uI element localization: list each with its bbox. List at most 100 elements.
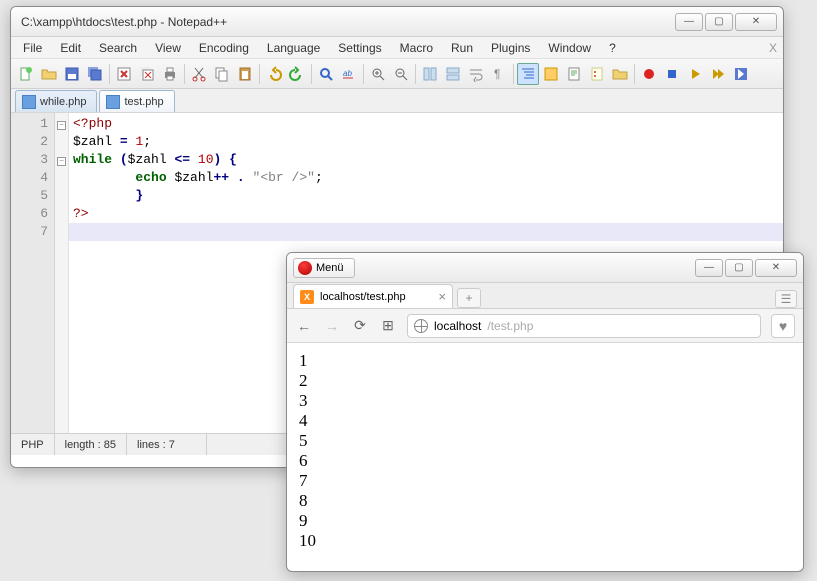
close-all-button[interactable]	[136, 63, 158, 85]
close-button[interactable]: ✕	[735, 13, 777, 31]
output-line: 2	[299, 371, 791, 391]
minimize-button[interactable]: —	[695, 259, 723, 277]
play-multi-button[interactable]	[707, 63, 729, 85]
window-controls: — ▢ ✕	[695, 259, 797, 277]
menu-window[interactable]: Window	[540, 39, 599, 57]
panel-toggle-button[interactable]: ☰	[775, 290, 797, 308]
speed-dial-button[interactable]: ⊞	[379, 317, 397, 335]
menu-macro[interactable]: Macro	[392, 39, 441, 57]
output-line: 6	[299, 451, 791, 471]
print-button[interactable]	[159, 63, 181, 85]
menu-file[interactable]: File	[15, 39, 50, 57]
close-file-button[interactable]	[113, 63, 135, 85]
address-bar[interactable]: localhost/test.php	[407, 314, 761, 338]
toolbar-separator	[259, 64, 260, 84]
browser-tabbar: X localhost/test.php × + ☰	[287, 283, 803, 309]
menu-plugins[interactable]: Plugins	[483, 39, 538, 57]
reload-button[interactable]: ⟳	[351, 317, 369, 335]
output-line: 10	[299, 531, 791, 551]
bookmark-button[interactable]: ♥	[771, 314, 795, 338]
tab-test-php[interactable]: test.php	[99, 90, 174, 112]
status-length: length : 85	[55, 434, 127, 455]
fold-toggle[interactable]: −	[57, 157, 66, 166]
replace-button[interactable]: ab	[338, 63, 360, 85]
browser-navbar: ← → ⟳ ⊞ localhost/test.php ♥	[287, 309, 803, 343]
opera-icon	[298, 261, 312, 275]
wrap-button[interactable]	[465, 63, 487, 85]
copy-button[interactable]	[211, 63, 233, 85]
output-line: 1	[299, 351, 791, 371]
svg-text:¶: ¶	[494, 67, 500, 81]
xampp-favicon: X	[300, 290, 314, 304]
forward-button[interactable]: →	[323, 317, 341, 335]
url-host: localhost	[434, 319, 481, 333]
file-tabbar: while.php test.php	[11, 89, 783, 113]
minimize-button[interactable]: —	[675, 13, 703, 31]
globe-icon	[414, 319, 428, 333]
doc-map-button[interactable]	[563, 63, 585, 85]
sync-h-button[interactable]	[442, 63, 464, 85]
save-all-button[interactable]	[84, 63, 106, 85]
user-lang-button[interactable]	[540, 63, 562, 85]
func-list-button[interactable]	[586, 63, 608, 85]
line-number-gutter: 1234567	[11, 113, 55, 433]
redo-button[interactable]	[286, 63, 308, 85]
output-line: 3	[299, 391, 791, 411]
new-tab-button[interactable]: +	[457, 288, 481, 308]
back-button[interactable]: ←	[295, 317, 313, 335]
close-tab-button[interactable]: ×	[438, 289, 446, 304]
menu-edit[interactable]: Edit	[52, 39, 89, 57]
fold-gutter: − −	[55, 113, 69, 433]
menu-language[interactable]: Language	[259, 39, 328, 57]
hidden-chars-button[interactable]: ¶	[488, 63, 510, 85]
save-macro-button[interactable]	[730, 63, 752, 85]
file-icon	[106, 95, 120, 109]
output-line: 7	[299, 471, 791, 491]
play-button[interactable]	[684, 63, 706, 85]
zoom-out-button[interactable]	[390, 63, 412, 85]
sync-v-button[interactable]	[419, 63, 441, 85]
folder-workspace-button[interactable]	[609, 63, 631, 85]
undo-button[interactable]	[263, 63, 285, 85]
menu-view[interactable]: View	[147, 39, 189, 57]
output-line: 5	[299, 431, 791, 451]
browser-tab-label: localhost/test.php	[320, 291, 406, 303]
tab-while-php[interactable]: while.php	[15, 90, 97, 112]
menu-run[interactable]: Run	[443, 39, 481, 57]
browser-tab[interactable]: X localhost/test.php ×	[293, 284, 453, 308]
menu-encoding[interactable]: Encoding	[191, 39, 257, 57]
cut-button[interactable]	[188, 63, 210, 85]
toolbar-separator	[184, 64, 185, 84]
output-line: 8	[299, 491, 791, 511]
save-button[interactable]	[61, 63, 83, 85]
fold-toggle[interactable]: −	[57, 121, 66, 130]
find-button[interactable]	[315, 63, 337, 85]
output-line: 4	[299, 411, 791, 431]
maximize-button[interactable]: ▢	[705, 13, 733, 31]
browser-menu-button[interactable]: Menü	[293, 258, 355, 278]
new-file-button[interactable]	[15, 63, 37, 85]
record-button[interactable]	[638, 63, 660, 85]
close-button[interactable]: ✕	[755, 259, 797, 277]
toolbar-separator	[634, 64, 635, 84]
menu-close-x[interactable]: X	[769, 41, 777, 55]
toolbar: ab ¶	[11, 59, 783, 89]
tab-label: test.php	[124, 96, 163, 108]
open-file-button[interactable]	[38, 63, 60, 85]
menu-search[interactable]: Search	[91, 39, 145, 57]
window-controls: — ▢ ✕	[675, 13, 777, 31]
svg-text:ab: ab	[343, 69, 352, 78]
url-path: /test.php	[487, 319, 533, 333]
menubar: File Edit Search View Encoding Language …	[11, 37, 783, 59]
status-lines: lines : 7	[127, 434, 207, 455]
toolbar-separator	[513, 64, 514, 84]
menu-help[interactable]: ?	[601, 39, 624, 57]
maximize-button[interactable]: ▢	[725, 259, 753, 277]
file-icon	[22, 95, 36, 109]
paste-button[interactable]	[234, 63, 256, 85]
stop-button[interactable]	[661, 63, 683, 85]
zoom-in-button[interactable]	[367, 63, 389, 85]
indent-guide-button[interactable]	[517, 63, 539, 85]
toolbar-separator	[311, 64, 312, 84]
menu-settings[interactable]: Settings	[330, 39, 389, 57]
